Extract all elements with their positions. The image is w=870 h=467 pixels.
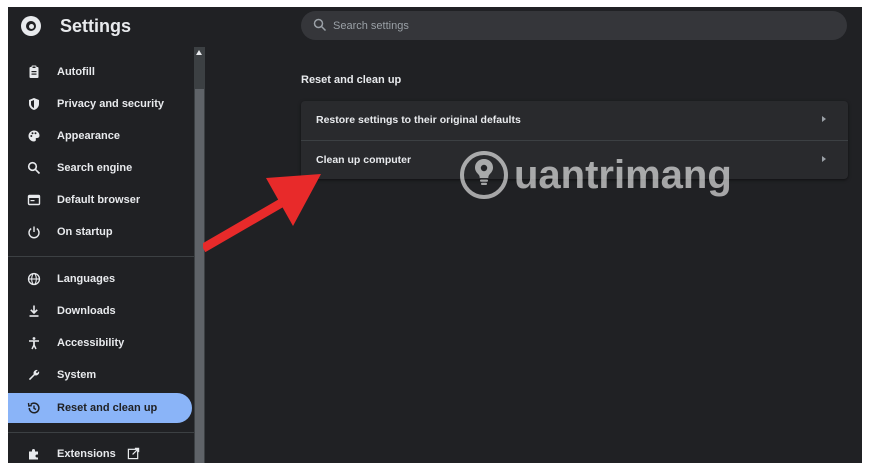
sidebar-item-label: Accessibility bbox=[57, 337, 125, 349]
clipboard-icon bbox=[29, 65, 39, 78]
watermark-logo: uantrimang bbox=[460, 147, 760, 211]
sidebar-item-privacy[interactable]: Privacy and security bbox=[8, 89, 192, 119]
external-link-icon bbox=[127, 447, 140, 460]
sidebar-item-label: System bbox=[57, 369, 97, 381]
scrollbar-thumb[interactable] bbox=[195, 89, 204, 463]
sidebar-item-languages[interactable]: Languages bbox=[8, 264, 192, 294]
sidebar-item-default-browser[interactable]: Default browser bbox=[8, 185, 192, 215]
download-icon bbox=[29, 305, 39, 317]
sidebar-item-search-engine[interactable]: Search engine bbox=[8, 153, 192, 183]
sidebar: Autofill Privacy and security Appearance bbox=[8, 47, 194, 463]
row-label: Restore settings to their original defau… bbox=[316, 114, 521, 126]
main-content: Reset and clean up Restore settings to t… bbox=[205, 47, 862, 463]
watermark-text: uantrimang bbox=[514, 153, 732, 197]
search-icon bbox=[27, 161, 41, 175]
sidebar-item-extensions[interactable]: Extensions bbox=[8, 439, 192, 463]
sidebar-item-label: Autofill bbox=[57, 66, 95, 78]
chevron-right-icon bbox=[822, 116, 826, 122]
restore-defaults-row[interactable]: Restore settings to their original defau… bbox=[301, 101, 848, 140]
accessibility-icon bbox=[29, 337, 39, 350]
top-bar: Settings bbox=[8, 7, 862, 47]
settings-window: Settings Autofill Privacy and sec bbox=[8, 7, 862, 463]
wrench-icon bbox=[28, 369, 40, 381]
section-title: Reset and clean up bbox=[301, 74, 402, 86]
chrome-logo-icon bbox=[21, 16, 41, 36]
sidebar-item-label: Search engine bbox=[57, 162, 133, 174]
sidebar-item-on-startup[interactable]: On startup bbox=[8, 217, 192, 247]
browser-icon bbox=[27, 194, 41, 206]
sidebar-item-label: Privacy and security bbox=[57, 98, 165, 110]
power-icon bbox=[28, 226, 40, 239]
sidebar-item-label: Downloads bbox=[57, 305, 116, 317]
palette-icon bbox=[28, 130, 40, 142]
sidebar-item-label: Languages bbox=[57, 273, 116, 285]
search-icon bbox=[313, 18, 327, 32]
sidebar-scrollbar[interactable] bbox=[194, 47, 205, 463]
sidebar-divider bbox=[8, 432, 194, 433]
annotation-arrow-icon bbox=[203, 174, 321, 253]
sidebar-item-downloads[interactable]: Downloads bbox=[8, 296, 192, 326]
sidebar-item-label: Reset and clean up bbox=[57, 402, 158, 414]
sidebar-item-label: Appearance bbox=[57, 130, 120, 142]
history-icon bbox=[27, 402, 40, 414]
row-label: Clean up computer bbox=[316, 154, 412, 166]
globe-icon bbox=[27, 272, 41, 286]
page-title: Settings bbox=[60, 16, 132, 36]
chevron-right-icon bbox=[822, 156, 826, 162]
sidebar-item-label: On startup bbox=[57, 226, 113, 238]
lightbulb-icon bbox=[475, 159, 493, 185]
sidebar-item-reset-and-clean-up[interactable]: Reset and clean up bbox=[8, 393, 192, 423]
search-input[interactable] bbox=[333, 11, 813, 40]
sidebar-item-appearance[interactable]: Appearance bbox=[8, 121, 192, 151]
sidebar-item-label: Extensions bbox=[57, 448, 116, 460]
search-box[interactable] bbox=[301, 11, 847, 40]
sidebar-item-label: Default browser bbox=[57, 194, 141, 206]
scroll-up-arrow-icon[interactable] bbox=[196, 50, 202, 55]
sidebar-item-system[interactable]: System bbox=[8, 360, 192, 390]
shield-icon bbox=[29, 98, 39, 110]
sidebar-item-autofill[interactable]: Autofill bbox=[8, 57, 192, 87]
sidebar-divider bbox=[8, 256, 194, 257]
sidebar-item-accessibility[interactable]: Accessibility bbox=[8, 328, 192, 358]
puzzle-icon bbox=[29, 449, 38, 460]
